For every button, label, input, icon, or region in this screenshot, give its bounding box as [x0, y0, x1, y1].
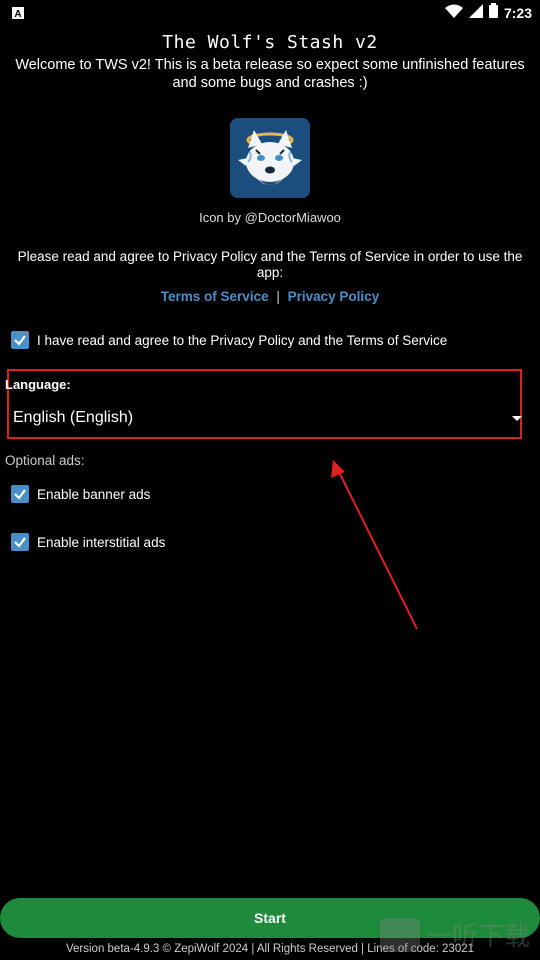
- svg-text:A: A: [14, 9, 21, 19]
- language-dropdown[interactable]: English (English): [13, 406, 522, 430]
- banner-ads-row[interactable]: Enable banner ads: [11, 485, 150, 503]
- language-selected-value: English (English): [13, 409, 134, 426]
- privacy-policy-link[interactable]: Privacy Policy: [288, 289, 380, 304]
- agree-checkbox-label: I have read and agree to the Privacy Pol…: [37, 332, 448, 348]
- policy-links: Terms of Service | Privacy Policy: [0, 289, 540, 304]
- interstitial-ads-label: Enable interstitial ads: [37, 534, 166, 550]
- optional-ads-label: Optional ads:: [5, 453, 85, 468]
- app-title: The Wolf's Stash v2: [162, 32, 378, 53]
- icon-credit: Icon by @DoctorMiawoo: [199, 210, 341, 225]
- agreement-text: Please read and agree to Privacy Policy …: [17, 249, 523, 280]
- welcome-text: Welcome to TWS v2! This is a beta releas…: [15, 57, 525, 91]
- wolf-logo-icon: [230, 118, 310, 198]
- agree-checkbox[interactable]: [11, 331, 29, 349]
- checkmark-icon: [14, 335, 26, 346]
- status-time: 7:23: [503, 5, 532, 21]
- wifi-icon: [444, 4, 463, 23]
- banner-ads-checkbox[interactable]: [11, 485, 29, 503]
- banner-ads-label: Enable banner ads: [37, 486, 151, 502]
- signal-icon: [468, 3, 483, 23]
- dropdown-arrow-icon: [512, 415, 522, 421]
- watermark-logo-icon: [380, 917, 420, 952]
- interstitial-ads-row[interactable]: Enable interstitial ads: [11, 533, 165, 551]
- a-icon: A: [12, 6, 24, 24]
- checkmark-icon: [14, 537, 26, 548]
- agree-checkbox-row[interactable]: I have read and agree to the Privacy Pol…: [11, 331, 447, 349]
- interstitial-ads-checkbox[interactable]: [11, 533, 29, 551]
- language-label: Language:: [5, 377, 71, 392]
- watermark-text: 一听下载: [426, 921, 531, 951]
- battery-icon: [488, 3, 498, 23]
- terms-of-service-link[interactable]: Terms of Service: [161, 289, 269, 304]
- status-bar: A 7:23: [0, 0, 540, 24]
- checkmark-icon: [14, 489, 26, 500]
- watermark: 一听下载: [380, 916, 530, 953]
- link-separator: |: [276, 289, 280, 304]
